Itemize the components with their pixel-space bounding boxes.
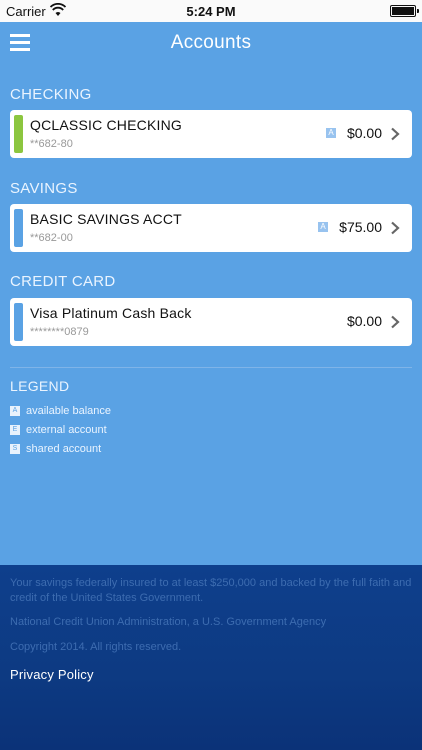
available-balance-badge: A — [318, 222, 328, 232]
available-balance-badge: A — [326, 128, 336, 138]
battery-icon — [390, 5, 419, 17]
account-color-bar — [14, 303, 23, 341]
chevron-right-icon — [391, 127, 400, 141]
legend-key: A — [10, 406, 20, 417]
account-number: **682-00 — [30, 232, 73, 244]
status-bar: Carrier 5:24 PM — [0, 0, 422, 22]
legend-label: available balance — [26, 405, 112, 418]
privacy-policy-link[interactable]: Privacy Policy — [10, 667, 94, 682]
account-balance: $0.00 — [346, 313, 382, 329]
hamburger-menu-icon[interactable] — [10, 34, 30, 52]
section-header-checking: CHECKING — [10, 86, 92, 103]
account-name: BASIC SAVINGS ACCT — [30, 211, 182, 227]
footer: Your savings federally insured to at lea… — [0, 565, 422, 750]
legend-key: S — [10, 444, 20, 455]
section-header-savings: SAVINGS — [10, 180, 78, 197]
section-header-credit-card: CREDIT CARD — [10, 273, 116, 290]
ncua-statement: National Credit Union Administration, a … — [10, 616, 327, 628]
account-balance: $75.00 — [339, 219, 382, 235]
account-color-bar — [14, 115, 23, 153]
legend-item: Sshared account — [10, 443, 101, 457]
page-title: Accounts — [170, 32, 252, 53]
account-number: **682-80 — [30, 138, 73, 150]
legend-key: E — [10, 425, 20, 436]
legend-title: LEGEND — [10, 378, 70, 394]
copyright-text: Copyright 2014. All rights reserved. — [10, 641, 182, 653]
chevron-right-icon — [391, 315, 400, 329]
divider — [10, 367, 412, 368]
account-card-checking[interactable]: QCLASSIC CHECKING **682-80 A $0.00 — [10, 110, 412, 158]
account-number: ********0879 — [30, 326, 89, 338]
account-color-bar — [14, 209, 23, 247]
account-card-credit-card[interactable]: Visa Platinum Cash Back ********0879 $0.… — [10, 298, 412, 346]
legend-item: Eexternal account — [10, 424, 107, 438]
nav-bar: Accounts — [0, 22, 422, 66]
status-time: 5:24 PM — [186, 4, 236, 19]
legend-label: shared account — [26, 443, 102, 456]
legend-item: Aavailable balance — [10, 405, 111, 419]
legend-label: external account — [26, 424, 107, 437]
account-balance: $0.00 — [346, 125, 382, 141]
insurance-disclaimer: Your savings federally insured to at lea… — [10, 577, 412, 604]
account-name: QCLASSIC CHECKING — [30, 117, 182, 133]
account-card-savings[interactable]: BASIC SAVINGS ACCT **682-00 A $75.00 — [10, 204, 412, 252]
chevron-right-icon — [391, 221, 400, 235]
account-name: Visa Platinum Cash Back — [30, 305, 192, 321]
